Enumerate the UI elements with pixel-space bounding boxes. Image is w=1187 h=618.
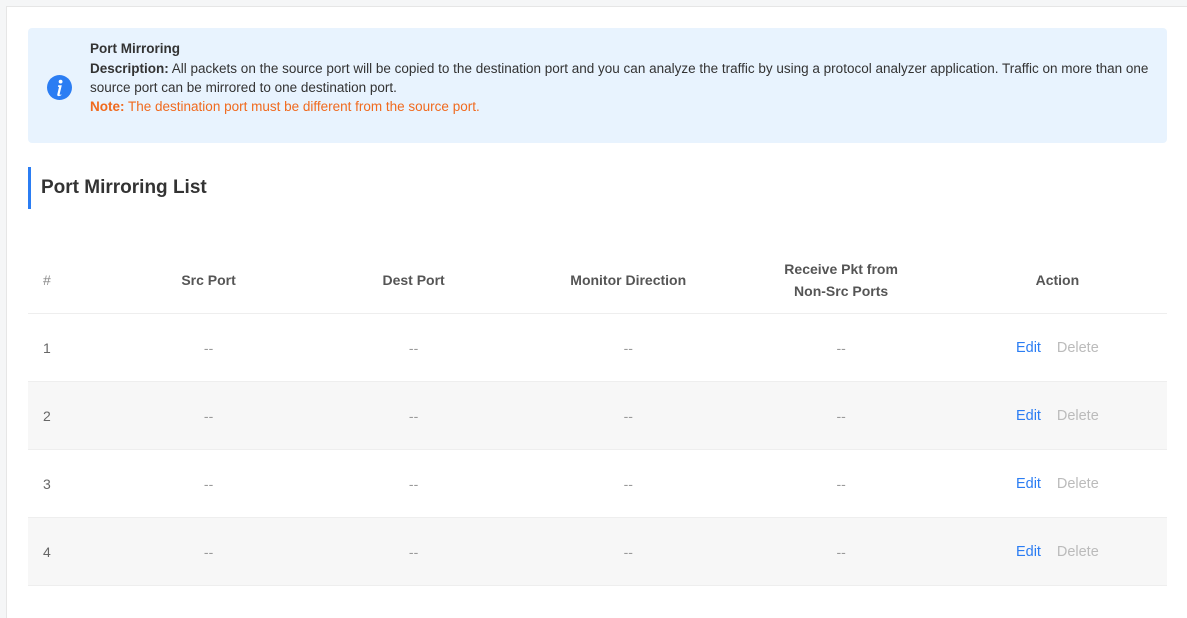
row-index: 1	[28, 313, 112, 382]
table-row: 2 -- -- -- -- Edit Delete	[28, 381, 1167, 450]
row-src-port: --	[111, 381, 306, 450]
note-label: Note:	[90, 99, 125, 114]
notice-title: Port Mirroring	[90, 41, 180, 56]
delete-link: Delete	[1056, 340, 1099, 356]
notice-note: Note: The destination port must be diffe…	[90, 97, 1150, 116]
header-action: Action	[947, 247, 1167, 314]
section-title: Port Mirroring List	[28, 167, 207, 209]
delete-link: Delete	[1056, 408, 1099, 424]
row-monitor-direction: --	[522, 449, 735, 518]
edit-link[interactable]: Edit	[1016, 340, 1041, 356]
header-receive-pkt-line1: Receive Pkt from	[784, 261, 898, 277]
delete-link: Delete	[1056, 544, 1099, 560]
info-icon	[47, 75, 72, 100]
table-header-row: # Src Port Dest Port Monitor Direction R…	[28, 247, 1167, 314]
delete-link: Delete	[1056, 476, 1099, 492]
row-dest-port: --	[305, 381, 523, 450]
row-src-port: --	[111, 449, 306, 518]
row-index: 3	[28, 449, 112, 518]
row-receive-pkt: --	[734, 381, 948, 450]
row-dest-port: --	[305, 517, 523, 586]
row-src-port: --	[111, 517, 306, 586]
row-dest-port: --	[305, 313, 523, 382]
table-row: 3 -- -- -- -- Edit Delete	[28, 449, 1167, 518]
description-label: Description:	[90, 61, 169, 76]
table-row: 1 -- -- -- -- Edit Delete	[28, 313, 1167, 382]
port-mirroring-table: # Src Port Dest Port Monitor Direction R…	[28, 247, 1167, 586]
header-receive-pkt-line2: Non-Src Ports	[794, 283, 889, 299]
row-dest-port: --	[305, 449, 523, 518]
notice-text: Port Mirroring Description: All packets …	[90, 39, 1150, 116]
row-receive-pkt: --	[734, 313, 948, 382]
header-monitor-direction: Monitor Direction	[522, 247, 735, 314]
row-actions: Edit Delete	[947, 381, 1167, 450]
row-monitor-direction: --	[522, 313, 735, 382]
row-receive-pkt: --	[734, 449, 948, 518]
edit-link[interactable]: Edit	[1016, 408, 1041, 424]
row-actions: Edit Delete	[947, 313, 1167, 382]
row-receive-pkt: --	[734, 517, 948, 586]
notice-description: Description: All packets on the source p…	[90, 59, 1150, 97]
row-monitor-direction: --	[522, 517, 735, 586]
edit-link[interactable]: Edit	[1016, 544, 1041, 560]
row-monitor-direction: --	[522, 381, 735, 450]
edit-link[interactable]: Edit	[1016, 476, 1041, 492]
header-receive-pkt: Receive Pkt from Non-Src Ports	[734, 247, 948, 314]
description-text: All packets on the source port will be c…	[90, 61, 1149, 95]
row-src-port: --	[111, 313, 306, 382]
header-dest-port: Dest Port	[305, 247, 523, 314]
header-index: #	[28, 247, 112, 314]
row-actions: Edit Delete	[947, 449, 1167, 518]
note-text: The destination port must be different f…	[128, 99, 480, 114]
table-row: 4 -- -- -- -- Edit Delete	[28, 517, 1167, 586]
content-panel: Port Mirroring Description: All packets …	[6, 6, 1187, 618]
row-actions: Edit Delete	[947, 517, 1167, 586]
info-notice: Port Mirroring Description: All packets …	[28, 28, 1167, 143]
row-index: 2	[28, 381, 112, 450]
header-src-port: Src Port	[111, 247, 306, 314]
row-index: 4	[28, 517, 112, 586]
